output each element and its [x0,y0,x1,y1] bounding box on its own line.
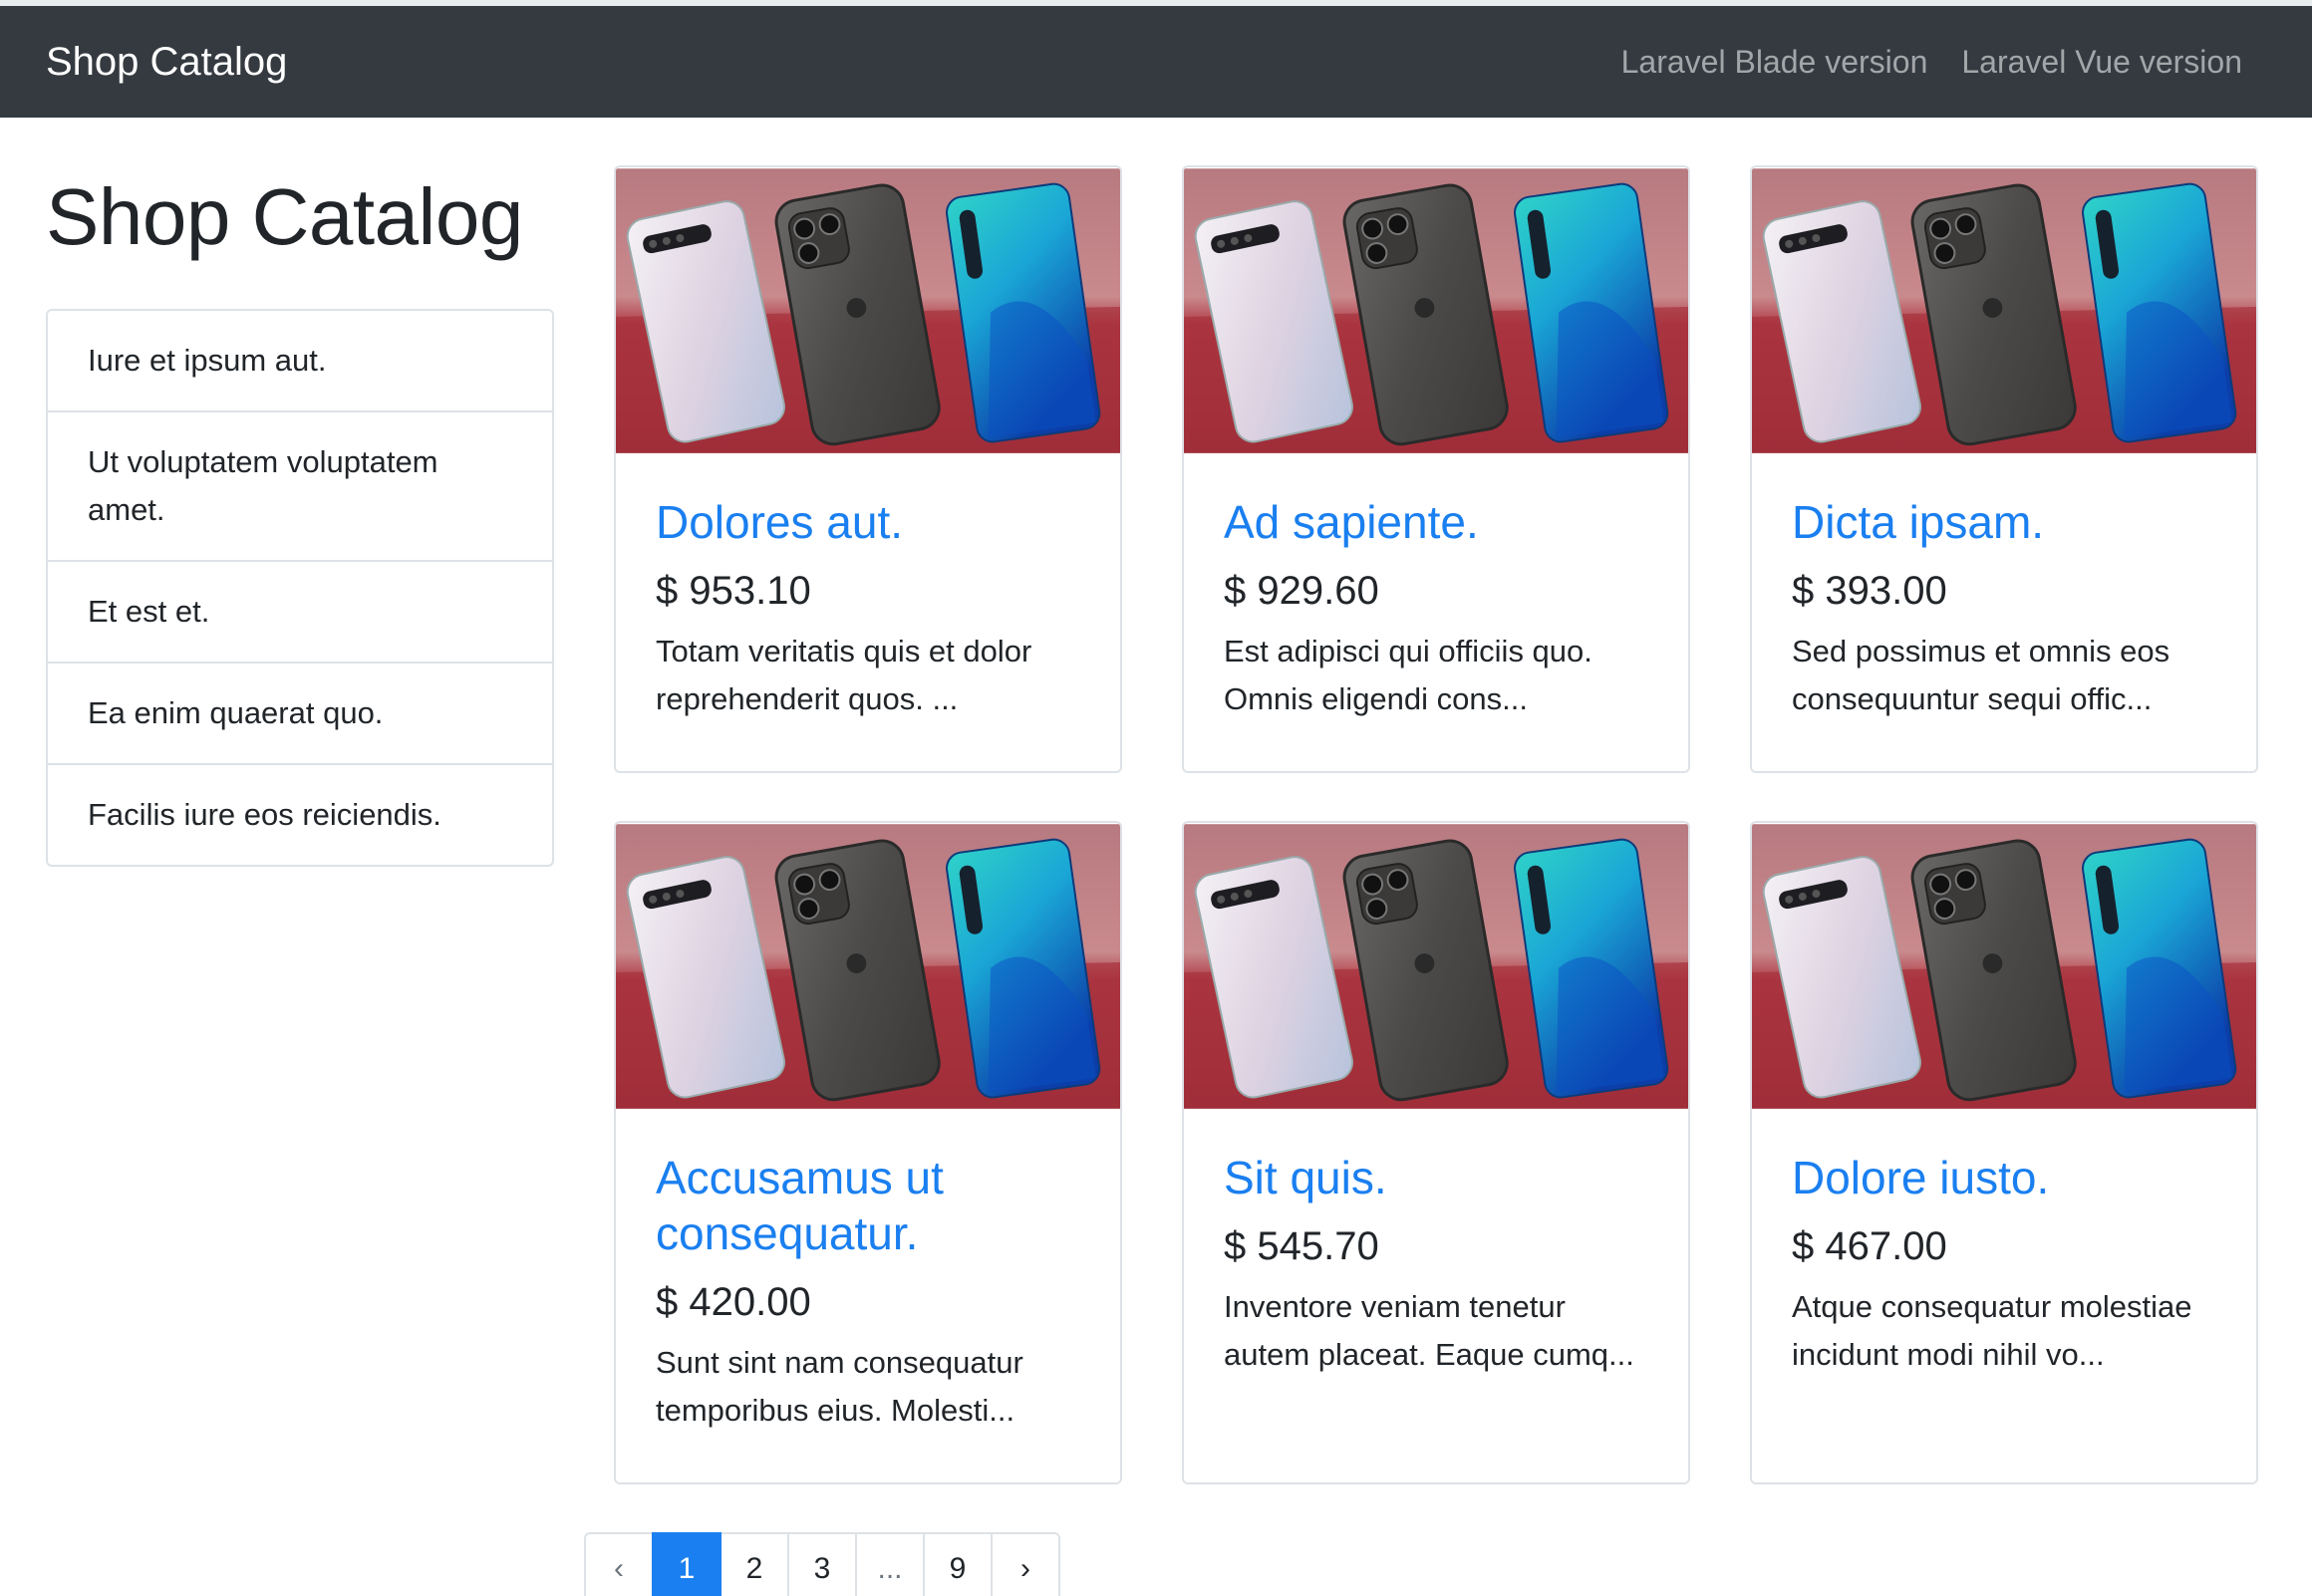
pagination-next-button[interactable]: › [991,1532,1060,1596]
product-title[interactable]: Dolores aut. [656,494,1080,550]
category-item[interactable]: Ut voluptatem voluptatem amet. [48,412,552,562]
page-title: Shop Catalog [46,172,523,261]
product-price: $ 420.00 [656,1280,811,1324]
product-card: Sit quis. $ 545.70 Inventore veniam tene… [1182,821,1690,1484]
product-price: $ 953.10 [656,569,811,613]
category-item[interactable]: Iure et ipsum aut. [48,311,552,412]
pagination-ellipsis: ... [855,1532,925,1596]
product-image[interactable] [1184,167,1688,454]
product-description: Totam veritatis quis et dolor reprehende… [656,634,1032,716]
product-title[interactable]: Sit quis. [1224,1150,1648,1205]
product-price: $ 929.60 [1224,569,1379,613]
pagination-prev-button[interactable]: ‹ [584,1532,654,1596]
category-item[interactable]: Facilis iure eos reiciendis. [48,765,552,865]
product-card: Dolores aut. $ 953.10 Totam veritatis qu… [614,165,1122,773]
nav-link-vue[interactable]: Laravel Vue version [1961,42,2242,82]
product-price: $ 467.00 [1792,1224,1947,1268]
product-card: Ad sapiente. $ 929.60 Est adipisci qui o… [1182,165,1690,773]
product-card: Accusamus ut consequatur. $ 420.00 Sunt … [614,821,1122,1484]
product-image[interactable] [616,823,1120,1110]
pagination-page-1[interactable]: 1 [652,1532,722,1596]
pagination-page-3[interactable]: 3 [787,1532,857,1596]
product-description: Inventore veniam tenetur autem placeat. … [1224,1289,1634,1372]
product-description: Sunt sint nam consequatur temporibus eiu… [656,1345,1023,1428]
pagination: ‹ 1 2 3 ... 9 › [584,1532,1060,1596]
category-item[interactable]: Et est et. [48,562,552,664]
product-description: Sed possimus et omnis eos consequuntur s… [1792,634,2170,716]
navbar-links: Laravel Blade version Laravel Vue versio… [1621,42,2242,82]
navbar-brand[interactable]: Shop Catalog [46,38,287,86]
product-image[interactable] [1752,167,2256,454]
pagination-page-9[interactable]: 9 [923,1532,993,1596]
nav-link-blade[interactable]: Laravel Blade version [1621,42,1928,82]
category-item[interactable]: Ea enim quaerat quo. [48,664,552,765]
navbar: Shop Catalog Laravel Blade version Larav… [0,6,2312,118]
product-image[interactable] [1752,823,2256,1110]
category-list: Iure et ipsum aut. Ut voluptatem volupta… [46,309,554,867]
product-image[interactable] [1184,823,1688,1110]
product-title[interactable]: Dolore iusto. [1792,1150,2216,1205]
product-title[interactable]: Accusamus ut consequatur. [656,1150,1080,1261]
product-price: $ 393.00 [1792,569,1947,613]
product-price: $ 545.70 [1224,1224,1379,1268]
product-description: Atque consequatur molestiae incidunt mod… [1792,1289,2192,1372]
product-card: Dolore iusto. $ 467.00 Atque consequatur… [1750,821,2258,1484]
pagination-page-2[interactable]: 2 [720,1532,789,1596]
product-description: Est adipisci qui officiis quo. Omnis eli… [1224,634,1592,716]
product-title[interactable]: Dicta ipsam. [1792,494,2216,550]
product-card: Dicta ipsam. $ 393.00 Sed possimus et om… [1750,165,2258,773]
product-image[interactable] [616,167,1120,454]
product-title[interactable]: Ad sapiente. [1224,494,1648,550]
